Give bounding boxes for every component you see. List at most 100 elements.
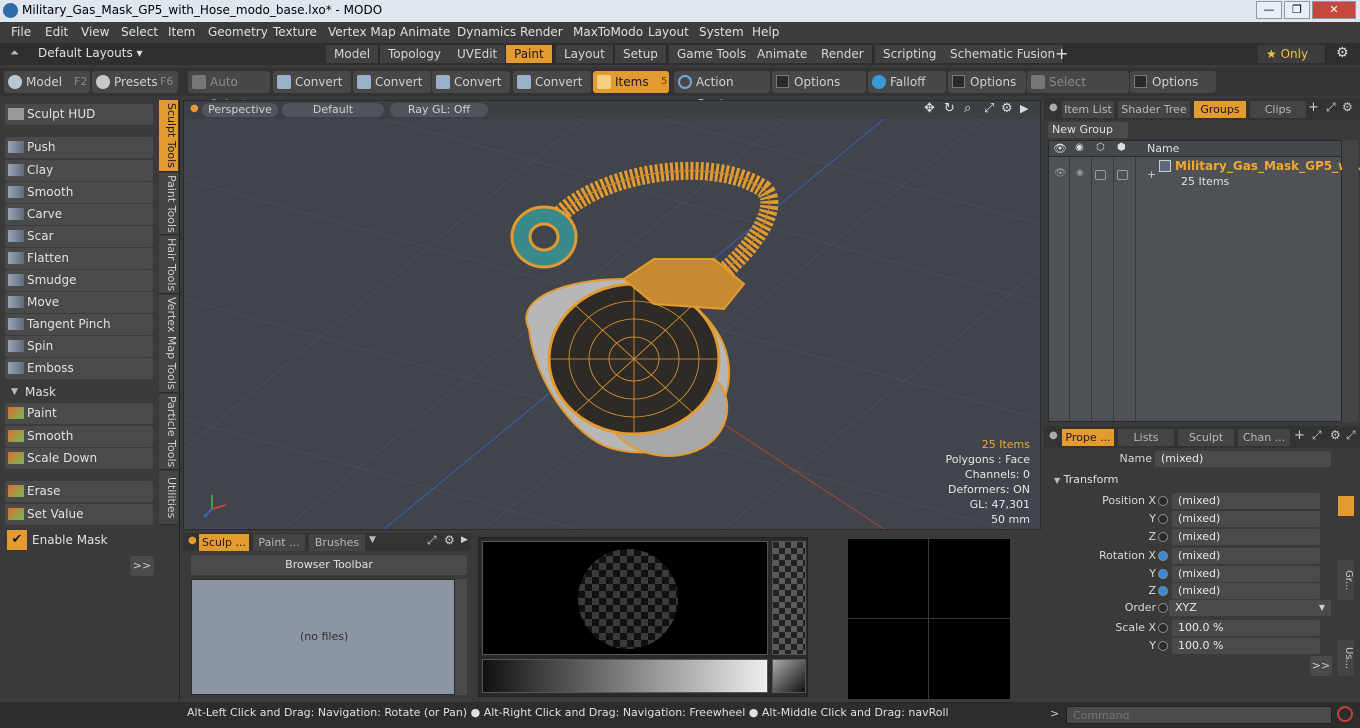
- layout-collapse-icon[interactable]: ⏶: [10, 46, 19, 60]
- maximize-viewport-icon[interactable]: ⤢: [984, 101, 994, 116]
- model-mode-button[interactable]: Model F2: [4, 71, 90, 93]
- position-y-anim-dot[interactable]: [1158, 514, 1168, 524]
- only-toggle[interactable]: ★ Only: [1258, 45, 1326, 63]
- properties-side-tab-active[interactable]: [1338, 496, 1354, 516]
- close-button[interactable]: ✕: [1312, 1, 1356, 19]
- name-field[interactable]: (mixed): [1155, 451, 1331, 467]
- file-browser-area[interactable]: (no files): [191, 579, 455, 695]
- menu-dynamics[interactable]: Dynamics: [457, 25, 516, 39]
- tab-properties[interactable]: Prope ...: [1062, 429, 1114, 446]
- panel-arrow-icon[interactable]: ⤢: [1346, 428, 1356, 443]
- new-group-button[interactable]: New Group: [1048, 122, 1128, 138]
- tab-model[interactable]: Model: [326, 45, 380, 63]
- select-icon[interactable]: ⬢: [1117, 142, 1126, 153]
- minimize-button[interactable]: —: [1256, 1, 1282, 19]
- rotation-z-anim-dot[interactable]: [1158, 586, 1168, 596]
- tabs-dropdown-icon[interactable]: ▼: [369, 535, 376, 545]
- position-x-anim-dot[interactable]: [1158, 496, 1168, 506]
- position-y-field[interactable]: (mixed): [1172, 511, 1320, 527]
- sculpt-scar-button[interactable]: Scar: [5, 226, 153, 247]
- mask-erase-button[interactable]: Erase: [5, 481, 153, 502]
- panel-arrow-icon[interactable]: ▶: [461, 535, 468, 545]
- groups-scrollbar[interactable]: [1342, 140, 1358, 422]
- tab-clips[interactable]: Clips: [1250, 101, 1306, 118]
- group-row[interactable]: 👁 ◉ + Military_Gas_Mask_GP5_w... 25 Item…: [1049, 159, 1360, 193]
- expand-panel-icon[interactable]: ⤢: [1326, 100, 1336, 115]
- row-lock-toggle[interactable]: [1095, 170, 1106, 180]
- tab-brushes[interactable]: Brushes: [309, 534, 365, 551]
- image-preview-canvas[interactable]: [848, 539, 1010, 699]
- presets-button[interactable]: Presets F6: [92, 71, 178, 93]
- mask-section-header[interactable]: ▼ Mask: [5, 383, 153, 401]
- sculpt-hud-button[interactable]: Sculpt HUD: [5, 104, 153, 125]
- brush-shape-preview[interactable]: [482, 541, 768, 655]
- menu-edit[interactable]: Edit: [45, 25, 68, 39]
- raygl-toggle[interactable]: Ray GL: Off: [390, 103, 488, 117]
- transform-section-header[interactable]: ▼ Transform: [1054, 473, 1334, 486]
- position-z-field[interactable]: (mixed): [1172, 529, 1320, 545]
- menu-select[interactable]: Select: [121, 25, 158, 39]
- sculpt-tangent-pinch-button[interactable]: Tangent Pinch: [5, 314, 153, 335]
- 3d-viewport[interactable]: ● Perspective Default Ray GL: Off ✥ ↻ ⌕ …: [183, 100, 1041, 530]
- rotation-x-anim-dot[interactable]: [1158, 551, 1168, 561]
- menu-item[interactable]: Item: [168, 25, 195, 39]
- viewport-arrow-icon[interactable]: ▶: [1020, 102, 1028, 115]
- rotation-y-anim-dot[interactable]: [1158, 569, 1168, 579]
- convert-edges-button[interactable]: Convert: [353, 71, 431, 93]
- tab-uvedit[interactable]: UVEdit: [449, 45, 507, 63]
- enable-mask-toggle[interactable]: ✔ Enable Mask: [5, 529, 153, 551]
- shading-dropdown[interactable]: Default: [282, 103, 384, 117]
- gear-icon[interactable]: ⚙: [1336, 45, 1349, 61]
- sculpt-smooth-button[interactable]: Smooth: [5, 182, 153, 203]
- groups-list[interactable]: 👁 ◉ ⬡ ⬢ Name 👁 ◉ + Military_Gas_Mask_GP5…: [1048, 140, 1360, 422]
- add-tab-icon[interactable]: +: [1308, 100, 1319, 115]
- brush-gradient-swatch[interactable]: [772, 659, 806, 693]
- panel-gear-icon[interactable]: ⚙: [1342, 100, 1353, 114]
- maximize-button[interactable]: ❐: [1284, 1, 1310, 19]
- view-type-dropdown[interactable]: Perspective: [202, 103, 278, 117]
- menu-system[interactable]: System: [699, 25, 744, 39]
- position-z-anim-dot[interactable]: [1158, 532, 1168, 542]
- tab-sculpt-presets[interactable]: Sculp ...: [199, 534, 249, 551]
- side-tab-groups[interactable]: Gr...: [1338, 560, 1354, 600]
- vtab-utilities[interactable]: Utilities: [159, 471, 178, 525]
- mask-paint-button[interactable]: Paint: [5, 403, 153, 424]
- add-tab-icon[interactable]: +: [1294, 428, 1305, 443]
- panel-menu-dot-icon[interactable]: ●: [1049, 102, 1058, 113]
- properties-expand-button[interactable]: >>: [1310, 656, 1332, 676]
- scale-x-anim-dot[interactable]: [1158, 623, 1168, 633]
- row-render-icon[interactable]: ◉: [1076, 168, 1084, 178]
- file-browser-scrollbar[interactable]: [455, 579, 467, 695]
- items-mode-button[interactable]: Items 5: [593, 71, 669, 93]
- menu-vertex-map[interactable]: Vertex Map: [328, 25, 396, 39]
- expand-panel-icon[interactable]: ⤢: [427, 533, 437, 548]
- sculpt-clay-button[interactable]: Clay: [5, 160, 153, 181]
- action-center-button[interactable]: Action Center: [674, 71, 770, 111]
- pan-icon[interactable]: ✥: [924, 101, 935, 116]
- sculpt-spin-button[interactable]: Spin: [5, 336, 153, 357]
- convert-vertices-button[interactable]: Convert: [273, 71, 351, 93]
- convert-materials-button[interactable]: Convert: [513, 71, 591, 93]
- tab-shader-tree[interactable]: Shader Tree: [1118, 101, 1190, 118]
- sculpt-move-button[interactable]: Move: [5, 292, 153, 313]
- order-anim-dot[interactable]: [1158, 603, 1168, 613]
- select-through-button[interactable]: Select Through: [1027, 71, 1129, 111]
- falloff-button[interactable]: Falloff: [868, 71, 946, 93]
- menu-view[interactable]: View: [81, 25, 109, 39]
- panel-gear-icon[interactable]: ⚙: [1330, 428, 1341, 442]
- sculpt-carve-button[interactable]: Carve: [5, 204, 153, 225]
- falloff-options-button[interactable]: Options: [948, 71, 1026, 93]
- tab-schematic-fusion[interactable]: Schematic Fusion: [942, 45, 1065, 63]
- convert-polygons-button[interactable]: Convert: [432, 71, 510, 93]
- row-select-toggle[interactable]: [1117, 170, 1128, 180]
- menu-file[interactable]: File: [11, 25, 31, 39]
- tab-groups[interactable]: Groups: [1194, 101, 1246, 118]
- viewport-menu-dot-icon[interactable]: ●: [190, 103, 199, 114]
- tab-game-tools[interactable]: Game Tools: [669, 45, 756, 63]
- panel-gear-icon[interactable]: ⚙: [444, 533, 455, 547]
- tab-sculpt[interactable]: Sculpt: [1178, 429, 1234, 446]
- zoom-icon[interactable]: ⌕: [964, 101, 971, 116]
- tab-lists[interactable]: Lists: [1118, 429, 1174, 446]
- sculpt-flatten-button[interactable]: Flatten: [5, 248, 153, 269]
- tab-layout[interactable]: Layout: [556, 45, 614, 63]
